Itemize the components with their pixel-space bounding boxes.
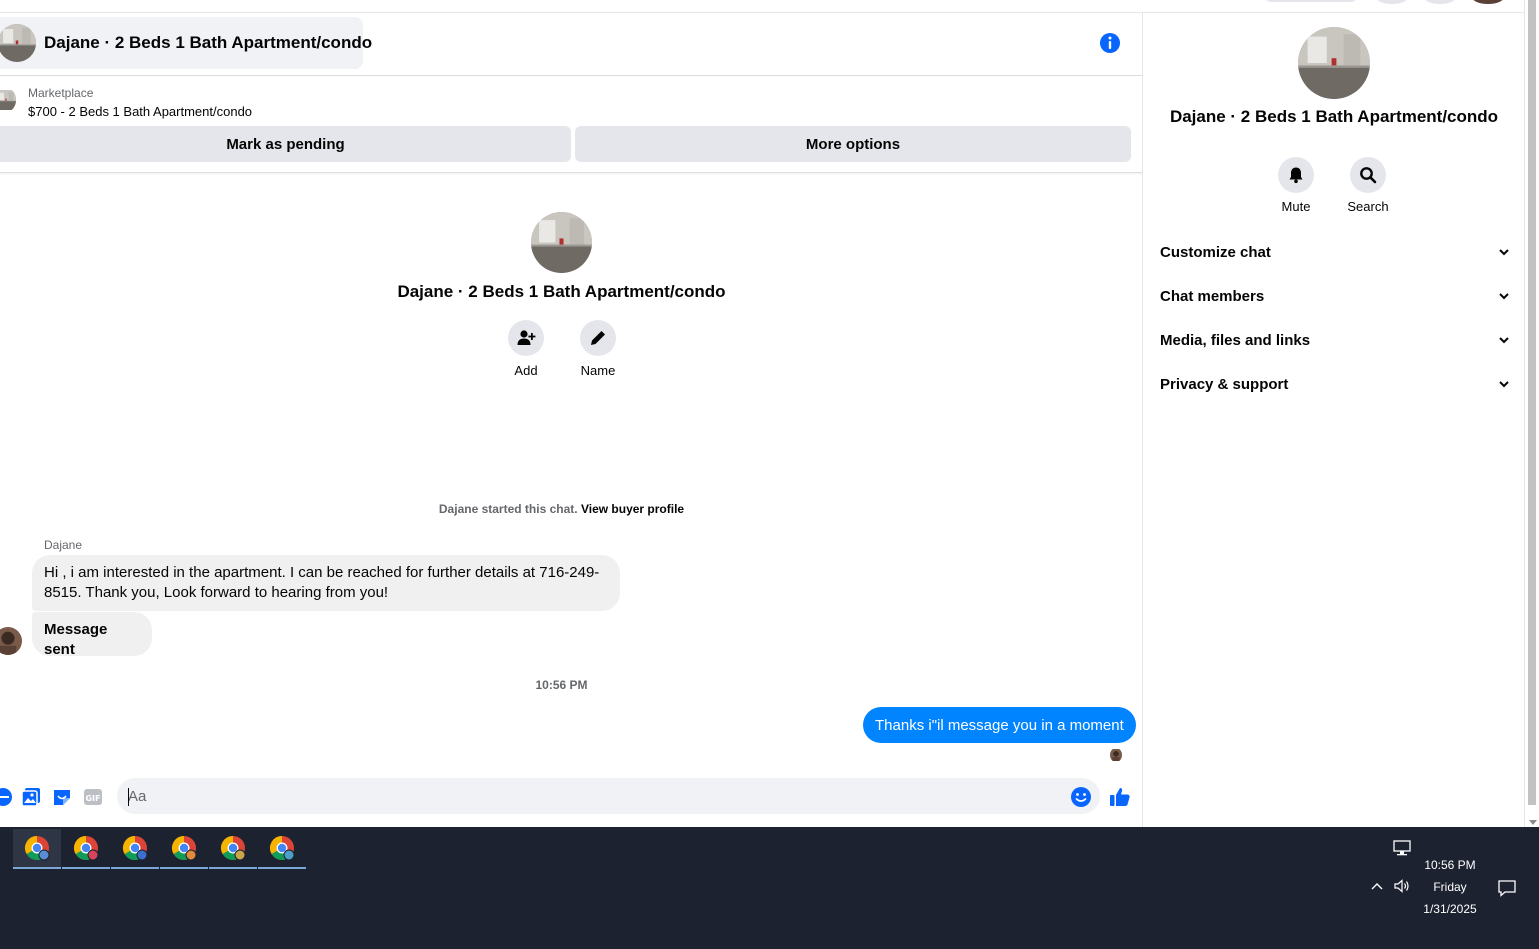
chrome-icon xyxy=(24,836,50,861)
add-people-button[interactable]: Add xyxy=(496,320,556,378)
top-profile-avatar[interactable] xyxy=(1472,0,1504,4)
clock-day[interactable]: Friday xyxy=(1410,880,1490,894)
svg-text:GIF: GIF xyxy=(85,794,100,803)
sender-name: Dajane xyxy=(44,538,83,552)
chat-avatar xyxy=(0,24,36,62)
seen-receipt-avatar xyxy=(1110,748,1122,762)
chat-members-section[interactable]: Chat members xyxy=(1160,274,1510,318)
chat-title-button[interactable]: Dajane · 2 Beds 1 Bath Apartment/condo xyxy=(0,17,372,69)
top-menu-icon[interactable] xyxy=(1376,0,1408,4)
sender-avatar[interactable] xyxy=(0,627,22,655)
browser-top-strip xyxy=(0,0,1524,13)
marketplace-listing-bar: Marketplace $700 - 2 Beds 1 Bath Apartme… xyxy=(0,76,1142,173)
incoming-message[interactable]: Hi , i am interested in the apartment. I… xyxy=(32,555,620,611)
clock-date[interactable]: 1/31/2025 xyxy=(1410,902,1490,916)
scrollbar-thumb[interactable] xyxy=(1528,0,1536,805)
search-button[interactable]: Search xyxy=(1338,157,1398,214)
network-icon[interactable] xyxy=(1393,840,1411,856)
windows-taskbar: 10:56 PM Friday 1/31/2025 xyxy=(0,827,1539,949)
taskbar-chrome-3[interactable] xyxy=(111,829,159,869)
details-avatar xyxy=(1298,27,1370,99)
taskbar-chrome-2[interactable] xyxy=(62,829,110,869)
info-icon[interactable] xyxy=(1099,32,1121,54)
customize-chat-section[interactable]: Customize chat xyxy=(1160,230,1510,274)
thumbs-up-icon[interactable] xyxy=(1108,785,1132,809)
details-title: Dajane · 2 Beds 1 Bath Apartment/condo xyxy=(1169,107,1499,126)
add-label: Add xyxy=(514,363,538,378)
chevron-up-icon[interactable] xyxy=(1370,881,1384,891)
mark-as-pending-button[interactable]: Mark as pending xyxy=(0,126,571,162)
chrome-icon xyxy=(220,836,246,861)
chat-started-text: Dajane started this chat. xyxy=(438,502,578,516)
view-buyer-profile-link[interactable]: View buyer profile xyxy=(581,502,684,516)
chrome-icon xyxy=(122,836,148,861)
section-label: Chat members xyxy=(1160,287,1265,305)
gif-icon[interactable]: GIF xyxy=(82,786,104,808)
taskbar-chrome-5[interactable] xyxy=(209,829,257,869)
chrome-icon xyxy=(73,836,99,861)
privacy-support-section[interactable]: Privacy & support xyxy=(1160,362,1510,406)
sticker-icon[interactable] xyxy=(51,786,73,808)
page-scrollbar[interactable] xyxy=(1524,0,1539,827)
mute-button[interactable]: Mute xyxy=(1266,157,1326,214)
chat-panel: Dajane · 2 Beds 1 Bath Apartment/condo M… xyxy=(0,13,1143,827)
chevron-down-icon xyxy=(1499,293,1509,300)
emoji-icon[interactable] xyxy=(1070,786,1092,808)
taskbar-chrome-1[interactable] xyxy=(13,829,61,869)
message-timestamp: 10:56 PM xyxy=(535,678,588,692)
text-caret xyxy=(128,788,129,806)
chevron-down-icon xyxy=(1499,337,1509,344)
more-actions-icon[interactable] xyxy=(0,786,14,808)
edit-name-button[interactable]: Name xyxy=(568,320,628,378)
intro-title: Dajane · 2 Beds 1 Bath Apartment/condo xyxy=(397,282,726,301)
listing-thumbnail[interactable] xyxy=(0,88,16,112)
chat-started-notice: Dajane started this chat. View buyer pro… xyxy=(0,502,1123,516)
media-files-links-section[interactable]: Media, files and links xyxy=(1160,318,1510,362)
name-label: Name xyxy=(580,363,616,378)
pencil-icon xyxy=(591,331,605,345)
listing-title[interactable]: $700 - 2 Beds 1 Bath Apartment/condo xyxy=(28,104,252,119)
listing-source-label: Marketplace xyxy=(28,86,94,100)
add-person-icon xyxy=(517,330,536,345)
scroll-down-arrow[interactable] xyxy=(1529,820,1537,825)
section-label: Customize chat xyxy=(1160,243,1271,261)
chevron-down-icon xyxy=(1499,249,1509,256)
outgoing-message[interactable]: Thanks i"il message you in a moment xyxy=(863,707,1136,743)
bell-icon xyxy=(1289,167,1303,184)
taskbar-chrome-6[interactable] xyxy=(258,829,306,869)
mute-label: Mute xyxy=(1281,199,1311,214)
intro-avatar xyxy=(531,212,592,273)
chrome-icon xyxy=(269,836,295,861)
chat-header: Dajane · 2 Beds 1 Bath Apartment/condo xyxy=(0,13,1142,76)
message-input[interactable] xyxy=(117,778,1100,814)
incoming-message[interactable]: Message sent xyxy=(32,612,152,658)
section-label: Privacy & support xyxy=(1160,375,1289,393)
search-icon xyxy=(1360,167,1377,184)
chrome-icon xyxy=(171,836,197,861)
chevron-down-icon xyxy=(1499,381,1509,388)
clock-time[interactable]: 10:56 PM xyxy=(1410,858,1490,872)
more-options-button[interactable]: More options xyxy=(575,126,1131,162)
photo-icon[interactable] xyxy=(20,786,42,808)
top-notifications-icon[interactable] xyxy=(1424,0,1456,4)
search-label: Search xyxy=(1347,199,1389,214)
conversation-details-panel: Dajane · 2 Beds 1 Bath Apartment/condo M… xyxy=(1144,13,1524,827)
top-search-pill[interactable] xyxy=(1265,0,1357,2)
section-label: Media, files and links xyxy=(1160,331,1311,349)
chat-title: Dajane · 2 Beds 1 Bath Apartment/condo xyxy=(44,33,373,52)
notification-center-icon[interactable] xyxy=(1497,879,1517,897)
message-composer: GIF xyxy=(0,765,1142,827)
volume-icon[interactable] xyxy=(1393,878,1411,894)
taskbar-chrome-4[interactable] xyxy=(160,829,208,869)
